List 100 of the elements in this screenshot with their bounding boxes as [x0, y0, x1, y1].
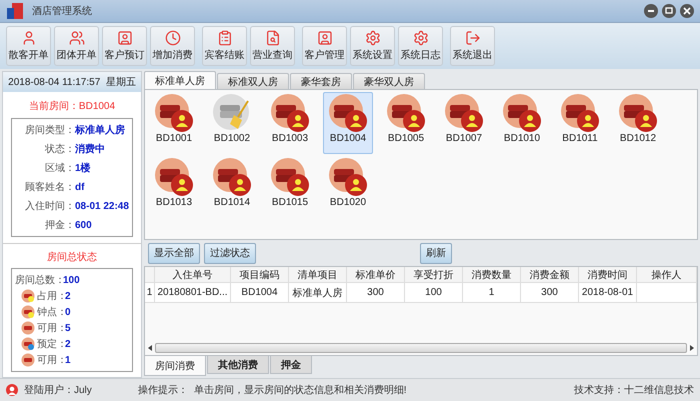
toolbar-button[interactable]: 系统设置: [350, 26, 395, 66]
room-tile[interactable]: BD1002: [207, 92, 257, 154]
clock-icon: [164, 30, 180, 46]
minimize-button[interactable]: [644, 4, 658, 18]
room-tile[interactable]: BD1003: [265, 92, 315, 154]
room-tile[interactable]: BD1010: [497, 92, 547, 154]
occupied-room-icon: [270, 93, 310, 133]
column-header: 操作人: [637, 267, 697, 283]
field-label: 房间总数：: [15, 274, 63, 287]
room-tile[interactable]: BD1011: [555, 92, 605, 154]
table-cell: 300: [521, 283, 579, 303]
room-tile[interactable]: BD1015: [265, 156, 315, 218]
field-label: 状态：: [44, 142, 75, 156]
room-status-title: 房间总状态: [46, 250, 98, 264]
occupied-room-icon: [386, 93, 426, 133]
field-label: 顾客姓名：: [24, 180, 75, 194]
table-cell: 标准单人房: [289, 283, 347, 303]
field-label: 入住时间：: [24, 200, 75, 213]
user-card-icon: [116, 30, 132, 46]
consumption-tab[interactable]: 押金: [270, 356, 312, 374]
user-icon: [20, 30, 36, 46]
scroll-left-icon[interactable]: [147, 344, 153, 352]
user-card-icon: [316, 30, 332, 46]
filter-button[interactable]: 过滤状态: [204, 242, 256, 264]
table-cell: 1: [463, 283, 521, 303]
clipboard-icon: [216, 30, 232, 46]
legend-label: 预定：: [37, 338, 63, 351]
field-value: 600: [75, 220, 92, 230]
restore-icon: [665, 7, 673, 15]
occupied-room-icon: [618, 93, 658, 133]
logged-in-user: 登陆用户：July: [24, 384, 92, 397]
available-room-icon: [21, 353, 35, 367]
toolbar-button[interactable]: 营业查询: [250, 26, 295, 66]
occupied-room-icon: [328, 157, 368, 197]
field-value: 消费中: [75, 142, 105, 156]
gear-icon: [364, 30, 380, 46]
consumption-tab[interactable]: 其他消费: [207, 356, 269, 374]
field-value: 100: [63, 274, 80, 286]
room-tile[interactable]: BD1014: [207, 156, 257, 218]
refresh-button[interactable]: 刷新: [420, 242, 452, 264]
close-icon: [683, 7, 691, 15]
room-type-tab[interactable]: 豪华双人房: [353, 73, 425, 89]
toolbar-button[interactable]: 增加消费: [150, 26, 195, 66]
restore-button[interactable]: [662, 4, 676, 18]
legend-label: 可用：: [37, 354, 63, 367]
scroll-right-icon[interactable]: [689, 344, 695, 352]
toolbar-button[interactable]: 宾客结账: [202, 26, 247, 66]
legend-label: 占用：: [37, 290, 63, 303]
document-search-icon: [264, 30, 280, 46]
legend-value: 1: [65, 354, 71, 366]
field-value: 08-01 22:48: [75, 200, 129, 212]
user-avatar-icon: [6, 384, 18, 396]
occupied-room-icon: [212, 157, 252, 197]
legend-label: 钟点：: [37, 306, 63, 319]
consumption-tab[interactable]: 房间消费: [144, 356, 206, 376]
column-header: 消费数量: [463, 267, 521, 283]
table-cell: 300: [347, 283, 405, 303]
room-tile[interactable]: BD1007: [439, 92, 489, 154]
column-header: 项目编码: [231, 267, 289, 283]
room-cleaning-icon: [212, 93, 252, 133]
available-room-icon: [21, 321, 35, 335]
toolbar-button[interactable]: 系统日志: [398, 26, 443, 66]
hourly-room-icon: [21, 305, 35, 319]
toolbar-button[interactable]: 客户预订: [102, 26, 147, 66]
room-tile[interactable]: BD1004: [323, 92, 373, 154]
filter-button[interactable]: 显示全部: [148, 242, 200, 264]
column-header: 清单项目: [289, 267, 347, 283]
occupied-room-icon: [154, 93, 194, 133]
hint-label: 操作提示：: [138, 384, 188, 397]
occupied-room-icon: [328, 93, 368, 133]
table-cell: BD1004: [231, 283, 289, 303]
window-title: 酒店管理系统: [32, 4, 92, 18]
occupied-room-icon: [502, 93, 542, 133]
close-button[interactable]: [680, 4, 694, 18]
occupied-room-icon: [560, 93, 600, 133]
column-header: 享受打折: [405, 267, 463, 283]
field-label: 房间类型：: [24, 124, 75, 137]
hotel-logo-icon: [6, 3, 24, 19]
toolbar-button[interactable]: 团体开单: [54, 26, 99, 66]
room-tile[interactable]: BD1005: [381, 92, 431, 154]
room-type-tab[interactable]: 标准单人房: [144, 71, 216, 89]
room-tile[interactable]: BD1012: [613, 92, 663, 154]
room-type-tab[interactable]: 标准双人房: [217, 73, 289, 89]
datetime-header: 2018-08-04 11:17:57 星期五: [3, 72, 141, 92]
field-value: df: [75, 182, 84, 192]
support-text: 技术支持：十二维信息技术: [574, 384, 694, 397]
column-header: 标准单价: [347, 267, 405, 283]
toolbar-button[interactable]: 系统退出: [450, 26, 495, 66]
legend-label: 可用：: [37, 322, 63, 335]
table-cell: 20180801-BD...: [155, 283, 231, 303]
room-tile[interactable]: BD1013: [149, 156, 199, 218]
room-type-tab[interactable]: 豪华套房: [290, 73, 352, 89]
room-tile[interactable]: BD1020: [323, 156, 373, 218]
toolbar-button[interactable]: 散客开单: [6, 26, 51, 66]
occupied-room-icon: [270, 157, 310, 197]
room-tile[interactable]: BD1001: [149, 92, 199, 154]
legend-value: 2: [65, 338, 71, 350]
hint-text: 单击房间，显示房间的状态信息和相关消费明细!: [194, 384, 407, 397]
toolbar-button[interactable]: 客户管理: [302, 26, 347, 66]
gear-icon: [412, 30, 428, 46]
